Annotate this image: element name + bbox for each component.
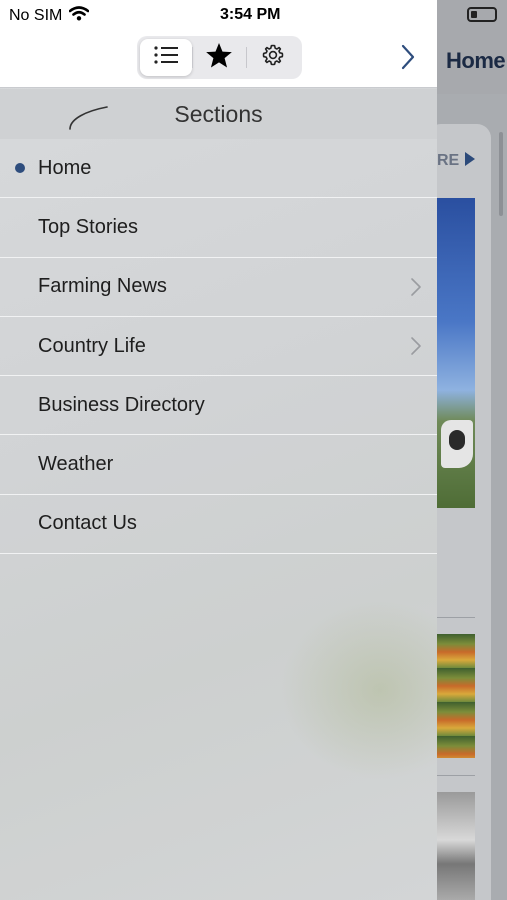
carrier-indicator: No SIM bbox=[9, 6, 90, 26]
sections-tab[interactable] bbox=[140, 39, 193, 76]
gear-icon bbox=[261, 43, 285, 72]
section-label: Business Directory bbox=[38, 393, 205, 416]
drawer-toolbar bbox=[0, 30, 437, 88]
chevron-right-icon bbox=[410, 277, 422, 302]
scroll-indicator bbox=[499, 132, 503, 216]
settings-tab[interactable] bbox=[247, 39, 299, 76]
section-label: Farming News bbox=[38, 275, 167, 298]
background-page-title[interactable]: Home bbox=[446, 48, 506, 74]
star-icon bbox=[205, 42, 233, 74]
forward-button[interactable] bbox=[396, 44, 420, 74]
status-bar: No SIM 3:54 PM bbox=[0, 0, 437, 30]
section-item-home[interactable]: Home bbox=[0, 139, 437, 199]
background-article-image[interactable] bbox=[437, 634, 475, 758]
sections-list: Home Top Stories Farming News Country Li… bbox=[0, 139, 437, 555]
sections-header: Sections bbox=[0, 89, 437, 139]
section-label: Country Life bbox=[38, 334, 146, 357]
section-item-weather[interactable]: Weather bbox=[0, 435, 437, 495]
favorites-tab[interactable] bbox=[193, 39, 245, 76]
chevron-right-icon bbox=[400, 43, 416, 76]
carrier-label: No SIM bbox=[9, 7, 63, 24]
section-item-contact-us[interactable]: Contact Us bbox=[0, 495, 437, 555]
list-icon bbox=[153, 45, 179, 70]
section-item-top-stories[interactable]: Top Stories bbox=[0, 198, 437, 258]
section-item-country-life[interactable]: Country Life bbox=[0, 317, 437, 377]
background-divider bbox=[437, 617, 475, 618]
wifi-icon bbox=[69, 6, 90, 26]
section-label: Home bbox=[38, 156, 92, 179]
view-segmented-control bbox=[137, 36, 302, 79]
section-item-farming-news[interactable]: Farming News bbox=[0, 258, 437, 317]
chevron-right-icon bbox=[410, 336, 422, 361]
section-label: Top Stories bbox=[38, 215, 139, 238]
status-time: 3:54 PM bbox=[220, 6, 281, 23]
section-label: Contact Us bbox=[38, 512, 137, 535]
background-more-link[interactable]: RE bbox=[437, 152, 475, 170]
background-divider bbox=[437, 775, 475, 776]
cow-image-detail bbox=[441, 420, 473, 468]
background-article-image[interactable] bbox=[437, 792, 475, 900]
section-item-business-directory[interactable]: Business Directory bbox=[0, 376, 437, 436]
sections-title: Sections bbox=[174, 101, 263, 127]
sections-drawer: No SIM 3:54 PM Sections Home Top Stories… bbox=[0, 0, 437, 900]
section-label: Weather bbox=[38, 453, 114, 476]
battery-icon bbox=[467, 7, 497, 22]
current-section-indicator bbox=[15, 163, 25, 174]
